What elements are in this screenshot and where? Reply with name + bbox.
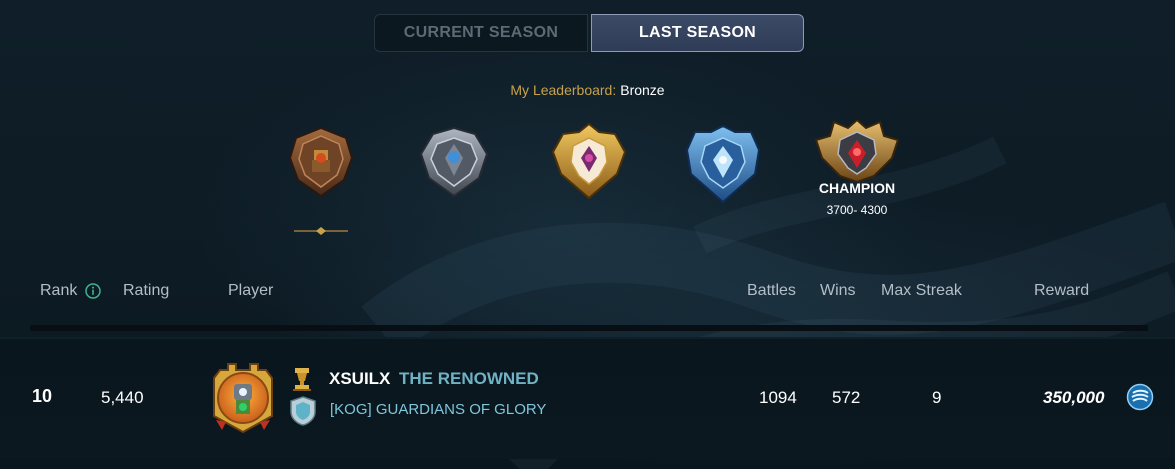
- column-header-rank: Rank: [40, 282, 78, 299]
- leaderboard-panel: CURRENT SEASON LAST SEASON My Leaderboar…: [0, 0, 1175, 469]
- my-leaderboard-label: My Leaderboard:: [510, 82, 617, 98]
- silver-league-badge-icon[interactable]: [417, 124, 491, 200]
- row-rank: 10: [32, 386, 53, 406]
- tab-current-season[interactable]: CURRENT SEASON: [374, 14, 588, 52]
- gold-league-badge-icon[interactable]: [549, 122, 629, 202]
- row-wins: 572: [832, 388, 861, 407]
- champion-league-name: CHAMPION: [818, 180, 896, 196]
- row-reward: 350,000: [1043, 388, 1105, 407]
- champion-league-badge-icon[interactable]: [814, 120, 900, 182]
- row-rating: 5,440: [101, 388, 144, 407]
- player-avatar[interactable]: [206, 360, 280, 439]
- info-icon[interactable]: [85, 283, 101, 299]
- column-header-rating: Rating: [123, 282, 170, 299]
- header-divider: [30, 325, 1148, 331]
- row-battles: 1094: [759, 388, 797, 407]
- selected-league-marker: [294, 222, 348, 240]
- my-leaderboard-value: Bronze: [620, 82, 665, 98]
- my-leaderboard: My Leaderboard: Bronze: [0, 82, 1175, 98]
- player-title: THE RENOWNED: [399, 369, 539, 388]
- season-tabs: CURRENT SEASON LAST SEASON: [374, 14, 804, 54]
- guild-name[interactable]: [KOG] GUARDIANS OF GLORY: [330, 401, 546, 418]
- column-header-reward: Reward: [1034, 282, 1090, 299]
- row-max-streak: 9: [932, 388, 942, 407]
- guild-shield-icon: [288, 396, 318, 431]
- dec-token-icon: [1126, 383, 1154, 416]
- diamond-league-badge-icon[interactable]: [683, 124, 763, 204]
- column-header-battles: Battles: [747, 282, 796, 299]
- column-header-player: Player: [228, 282, 274, 299]
- table-row[interactable]: [0, 337, 1175, 459]
- column-header-max-streak: Max Streak: [881, 282, 962, 299]
- bronze-league-badge-icon[interactable]: [284, 124, 358, 200]
- player-name[interactable]: XSUILX: [329, 369, 390, 389]
- column-header-wins: Wins: [820, 282, 856, 299]
- champion-league-range: 3700- 4300: [826, 203, 888, 217]
- trophy-icon: [291, 367, 313, 396]
- tab-last-season[interactable]: LAST SEASON: [591, 14, 804, 52]
